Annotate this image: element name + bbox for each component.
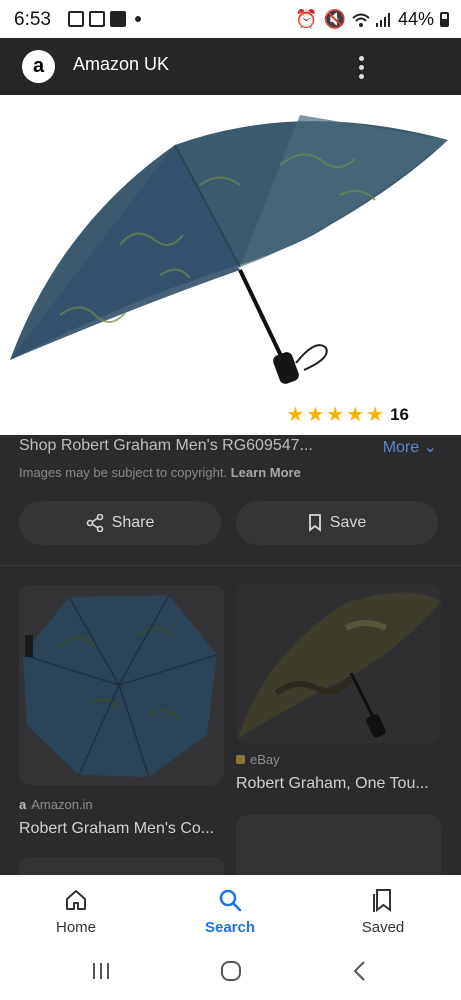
nav-search[interactable]: Search bbox=[180, 885, 280, 936]
result-card-image[interactable] bbox=[236, 583, 441, 743]
share-label: Share bbox=[111, 514, 155, 531]
nav-home[interactable]: Home bbox=[26, 885, 126, 936]
wifi-icon bbox=[352, 13, 370, 27]
nav-saved[interactable]: Saved bbox=[333, 885, 433, 936]
rating: ★ ★ ★ ★ ★ 16 bbox=[286, 402, 409, 427]
result-source-label: Amazon.in bbox=[31, 797, 93, 812]
share-button[interactable]: Share bbox=[19, 501, 221, 545]
product-image[interactable]: ★ ★ ★ ★ ★ 16 bbox=[0, 95, 461, 435]
product-title[interactable]: Shop Robert Graham Men's RG609547... bbox=[19, 437, 313, 455]
star-icon: ★ bbox=[366, 404, 385, 426]
result-source-label: eBay bbox=[250, 752, 280, 767]
umbrella-top-image bbox=[22, 594, 218, 778]
system-nav bbox=[0, 950, 461, 1000]
save-label: Save bbox=[329, 514, 367, 531]
saved-icon bbox=[373, 889, 391, 913]
result-source: a Amazon.in bbox=[19, 797, 93, 812]
result-title[interactable]: Robert Graham, One Tou... bbox=[236, 775, 429, 793]
home-icon bbox=[66, 890, 86, 910]
nav-saved-label: Saved bbox=[361, 919, 405, 936]
recents-icon[interactable] bbox=[90, 960, 112, 982]
more-notifications-icon bbox=[135, 16, 141, 22]
result-card-image[interactable] bbox=[19, 585, 224, 785]
star-icon: ★ bbox=[306, 404, 325, 426]
copyright-text: Images may be subject to copyright. bbox=[19, 465, 228, 480]
nav-home-label: Home bbox=[55, 919, 96, 936]
result-title[interactable]: Robert Graham Men's Co... bbox=[19, 820, 214, 838]
source-header[interactable]: a Amazon UK bbox=[0, 38, 461, 95]
mute-icon: 🔇 bbox=[323, 9, 346, 29]
app-notification-icon bbox=[110, 11, 126, 27]
news-notification-icon bbox=[89, 11, 105, 27]
gallery-notification-icon bbox=[68, 11, 84, 27]
more-button[interactable]: More ⌄ bbox=[383, 437, 437, 457]
bottom-nav: Home Search Saved bbox=[0, 875, 461, 950]
more-label: More bbox=[382, 439, 420, 456]
home-button-icon[interactable] bbox=[219, 959, 243, 983]
amazon-logo-icon: a bbox=[22, 50, 55, 83]
umbrella-camo-image bbox=[238, 592, 441, 738]
rating-count: 16 bbox=[390, 404, 409, 424]
status-bar: 6:53 ⏰ 🔇 44% bbox=[0, 0, 461, 38]
star-icon: ★ bbox=[346, 404, 365, 426]
result-source: eBay bbox=[236, 752, 280, 767]
signal-icon bbox=[375, 12, 390, 27]
battery-percent: 44% bbox=[397, 9, 434, 29]
learn-more-link[interactable]: Learn More bbox=[231, 465, 301, 480]
amazon-favicon-icon: a bbox=[19, 797, 27, 812]
nav-search-label: Search bbox=[204, 919, 256, 936]
copyright-notice: Images may be subject to copyright. Lear… bbox=[19, 465, 301, 480]
ebay-favicon-icon bbox=[236, 755, 245, 764]
star-icon: ★ bbox=[286, 404, 305, 426]
divider bbox=[0, 565, 461, 566]
bookmark-icon bbox=[308, 514, 321, 532]
notification-icons bbox=[68, 11, 141, 27]
chevron-down-icon: ⌄ bbox=[423, 439, 437, 456]
star-icon: ★ bbox=[326, 404, 345, 426]
back-icon[interactable] bbox=[350, 959, 370, 983]
search-icon bbox=[219, 889, 242, 912]
status-time: 6:53 bbox=[14, 9, 51, 30]
share-icon bbox=[86, 514, 103, 532]
results-panel: Shop Robert Graham Men's RG609547... Mor… bbox=[0, 435, 461, 897]
umbrella-image bbox=[10, 115, 448, 384]
system-icons: ⏰ 🔇 44% bbox=[295, 9, 449, 30]
save-button[interactable]: Save bbox=[236, 501, 438, 545]
alarm-icon: ⏰ bbox=[295, 9, 318, 29]
battery-icon bbox=[440, 12, 449, 27]
overflow-menu-icon[interactable] bbox=[359, 56, 365, 79]
source-title[interactable]: Amazon UK bbox=[73, 54, 169, 75]
